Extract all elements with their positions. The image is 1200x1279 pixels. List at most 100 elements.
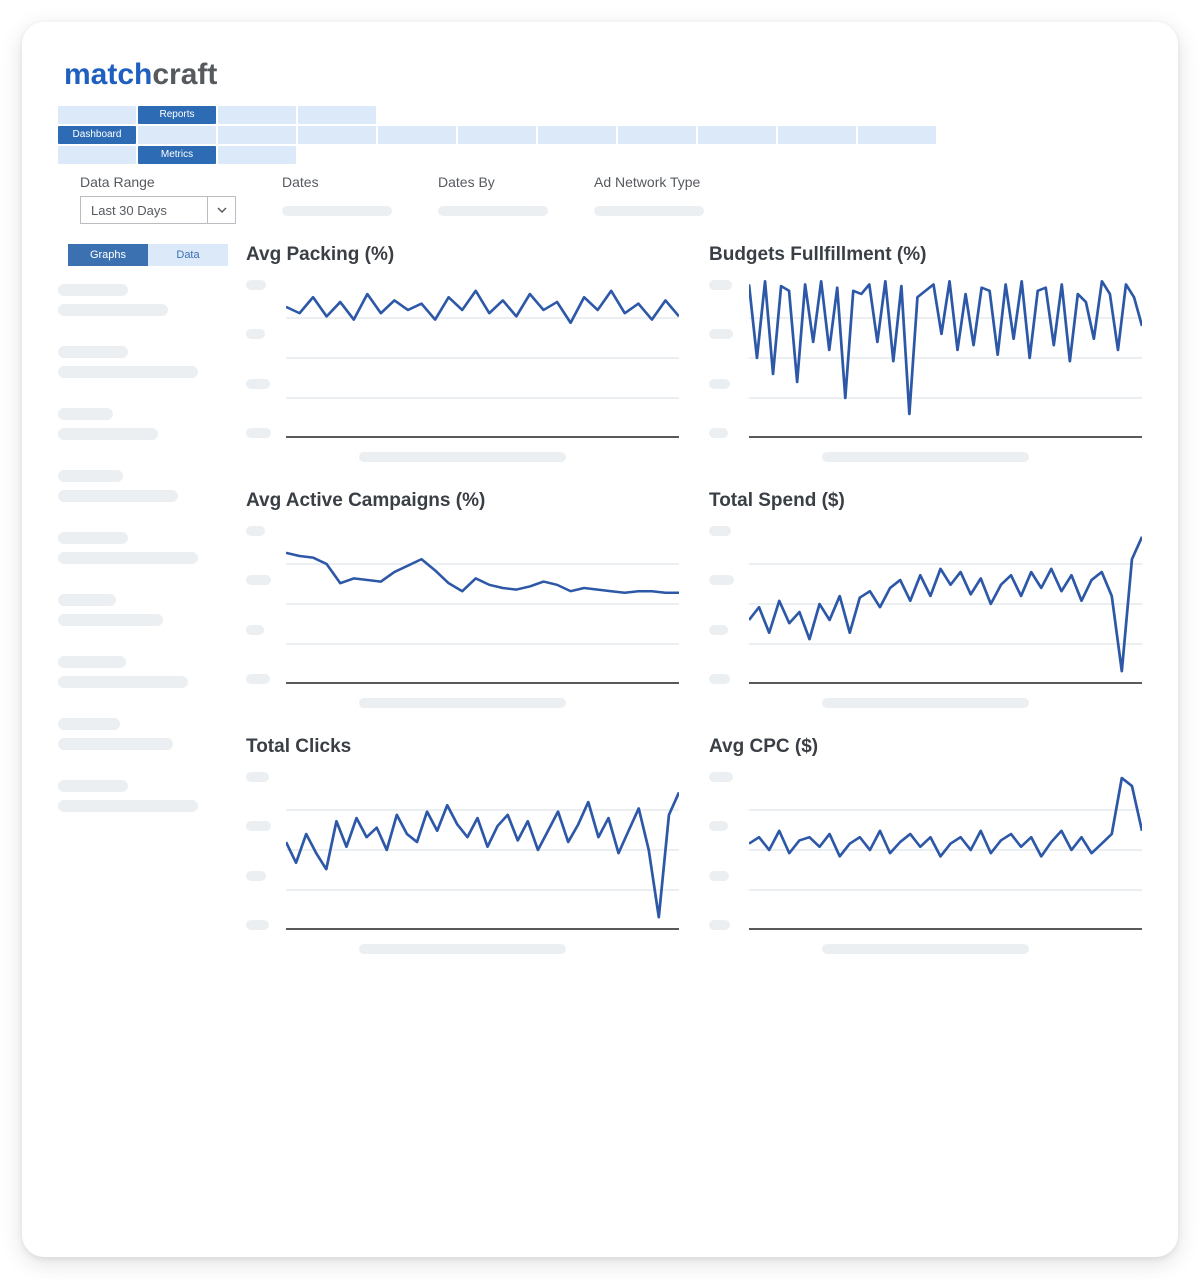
nav-placeholder[interactable] (138, 126, 216, 144)
y-axis (246, 278, 276, 438)
nav-placeholder[interactable] (458, 126, 536, 144)
top-nav: Reports Dashboard Metrics (58, 106, 1142, 164)
nav-metrics[interactable]: Metrics (138, 146, 216, 164)
nav-placeholder[interactable] (218, 106, 296, 124)
y-tick-placeholder (246, 674, 270, 684)
sidebar-item-placeholder[interactable] (58, 780, 128, 792)
toggle-graphs[interactable]: Graphs (68, 244, 148, 266)
y-tick-placeholder (709, 379, 730, 389)
nav-reports[interactable]: Reports (138, 106, 216, 124)
sidebar-item-placeholder[interactable] (58, 718, 120, 730)
sidebar-item-placeholder[interactable] (58, 428, 158, 440)
plot-area (286, 524, 679, 684)
chart-body (709, 278, 1142, 438)
chart-body (246, 278, 679, 438)
y-tick-placeholder (709, 526, 731, 536)
y-tick-placeholder (246, 821, 271, 831)
data-range-select[interactable]: Last 30 Days (80, 196, 236, 224)
y-axis (709, 278, 739, 438)
x-axis-placeholder (822, 452, 1030, 462)
y-tick-placeholder (246, 871, 266, 881)
filter-dates-by: Dates By (438, 174, 548, 224)
nav-row-1: Reports (58, 106, 1142, 124)
chart-body (246, 524, 679, 684)
chart-body (246, 770, 679, 930)
chart-budgets_fullfillment: Budgets Fullfillment (%) (709, 244, 1142, 462)
chevron-down-icon (207, 197, 235, 223)
series-line (749, 778, 1142, 856)
sidebar-item-placeholder[interactable] (58, 738, 173, 750)
filter-placeholder[interactable] (282, 206, 392, 216)
logo: matchcraft (64, 58, 1142, 92)
sidebar-item-placeholder[interactable] (58, 676, 188, 688)
filters-bar: Data Range Last 30 Days Dates Dates By A… (80, 174, 1142, 224)
chart-body (709, 524, 1142, 684)
sidebar-item-placeholder[interactable] (58, 366, 198, 378)
chart-avg_cpc: Avg CPC ($) (709, 736, 1142, 954)
nav-placeholder[interactable] (218, 146, 296, 164)
sidebar-group (58, 408, 228, 440)
sidebar-item-placeholder[interactable] (58, 532, 128, 544)
y-tick-placeholder (709, 821, 728, 831)
chart-total_spend: Total Spend ($) (709, 490, 1142, 708)
body: Graphs Data Avg Packing (%) Budgets Fullf… (58, 244, 1142, 954)
select-value: Last 30 Days (81, 203, 207, 218)
filter-placeholder[interactable] (594, 206, 704, 216)
sidebar: Graphs Data (58, 244, 228, 954)
sidebar-item-placeholder[interactable] (58, 594, 116, 606)
nav-placeholder[interactable] (538, 126, 616, 144)
sidebar-item-placeholder[interactable] (58, 284, 128, 296)
y-tick-placeholder (709, 329, 733, 339)
sidebar-group (58, 594, 228, 626)
y-tick-placeholder (709, 575, 734, 585)
nav-placeholder[interactable] (298, 126, 376, 144)
view-toggle: Graphs Data (68, 244, 228, 266)
nav-placeholder[interactable] (858, 126, 936, 144)
y-tick-placeholder (246, 772, 269, 782)
sidebar-item-placeholder[interactable] (58, 614, 163, 626)
nav-dashboard[interactable]: Dashboard (58, 126, 136, 144)
y-tick-placeholder (246, 428, 271, 438)
nav-placeholder[interactable] (58, 146, 136, 164)
sidebar-item-placeholder[interactable] (58, 552, 198, 564)
chart-total_clicks: Total Clicks (246, 736, 679, 954)
filter-ad-network-type: Ad Network Type (594, 174, 704, 224)
sidebar-item-placeholder[interactable] (58, 656, 126, 668)
y-tick-placeholder (246, 280, 266, 290)
nav-placeholder[interactable] (58, 106, 136, 124)
nav-placeholder[interactable] (378, 126, 456, 144)
nav-placeholder[interactable] (698, 126, 776, 144)
sidebar-group (58, 470, 228, 502)
chart-title: Total Clicks (246, 736, 679, 758)
plot-area (286, 770, 679, 930)
nav-placeholder[interactable] (218, 126, 296, 144)
sidebar-item-placeholder[interactable] (58, 490, 178, 502)
chart-title: Budgets Fullfillment (%) (709, 244, 1142, 266)
y-tick-placeholder (709, 871, 729, 881)
sidebar-item-placeholder[interactable] (58, 800, 198, 812)
sidebar-item-placeholder[interactable] (58, 304, 168, 316)
chart-title: Avg Packing (%) (246, 244, 679, 266)
y-tick-placeholder (709, 674, 730, 684)
nav-placeholder[interactable] (778, 126, 856, 144)
toggle-data[interactable]: Data (148, 244, 228, 266)
sidebar-item-placeholder[interactable] (58, 408, 113, 420)
plot-area (749, 770, 1142, 930)
chart-avg_active_campaigns: Avg Active Campaigns (%) (246, 490, 679, 708)
sidebar-group (58, 284, 228, 316)
nav-placeholder[interactable] (298, 106, 376, 124)
y-tick-placeholder (246, 920, 269, 930)
y-tick-placeholder (709, 280, 732, 290)
y-tick-placeholder (709, 772, 733, 782)
y-axis (246, 524, 276, 684)
nav-placeholder[interactable] (618, 126, 696, 144)
series-line (749, 281, 1142, 414)
sidebar-item-placeholder[interactable] (58, 346, 128, 358)
chart-avg_packing: Avg Packing (%) (246, 244, 679, 462)
y-tick-placeholder (709, 625, 728, 635)
filter-placeholder[interactable] (438, 206, 548, 216)
filter-label: Dates (282, 174, 392, 190)
sidebar-item-placeholder[interactable] (58, 470, 123, 482)
chart-title: Total Spend ($) (709, 490, 1142, 512)
filter-data-range: Data Range Last 30 Days (80, 174, 236, 224)
